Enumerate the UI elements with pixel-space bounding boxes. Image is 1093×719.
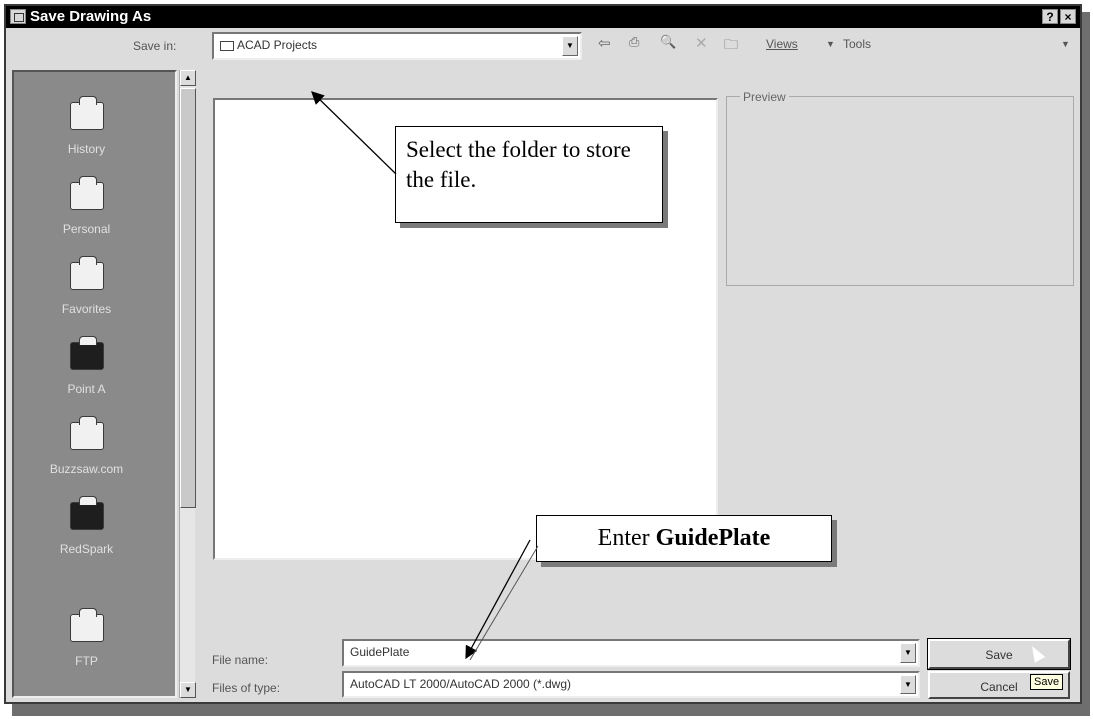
favorites-icon: [69, 256, 104, 290]
place-label: Favorites: [61, 302, 112, 316]
save-in-dropdown[interactable]: ACAD Projects ▼: [212, 32, 582, 60]
place-history[interactable]: History: [14, 96, 159, 156]
search-web-icon[interactable]: 🔍: [660, 34, 676, 50]
place-personal[interactable]: Personal: [14, 176, 159, 236]
file-type-label: Files of type:: [212, 681, 281, 695]
help-button[interactable]: ?: [1042, 9, 1058, 24]
place-favorites[interactable]: Favorites: [14, 256, 159, 316]
up-folder-icon[interactable]: ⎙: [629, 34, 639, 50]
folder-icon: [220, 40, 234, 51]
place-label: Personal: [62, 222, 111, 236]
file-type-dropdown[interactable]: AutoCAD LT 2000/AutoCAD 2000 (*.dwg) ▼: [342, 671, 920, 698]
history-icon: [69, 96, 104, 130]
tools-chevron-icon: ▼: [1061, 39, 1070, 49]
save-in-label: Save in:: [133, 39, 177, 53]
file-type-chevron-icon[interactable]: ▼: [900, 675, 916, 694]
place-label: FTP: [75, 654, 98, 668]
place-label: Point A: [67, 382, 106, 396]
cancel-button-label: Cancel: [980, 680, 1018, 694]
personal-folder-icon: [69, 176, 104, 210]
views-chevron-icon: ▼: [826, 39, 835, 49]
scroll-up-icon[interactable]: ▲: [180, 70, 196, 86]
save-tooltip: Save: [1030, 674, 1064, 690]
file-type-value: AutoCAD LT 2000/AutoCAD 2000 (*.dwg): [350, 677, 572, 691]
scroll-down-icon[interactable]: ▼: [180, 682, 196, 698]
callout2-bold: GuidePlate: [655, 525, 771, 551]
back-icon[interactable]: ⇦: [598, 34, 611, 52]
ftp-icon: [69, 608, 104, 642]
filename-callout: Enter GuidePlate: [536, 515, 832, 562]
save-drawing-dialog: Save Drawing As ? × Save in: ACAD Projec…: [4, 4, 1082, 704]
delete-icon[interactable]: ✕: [695, 34, 708, 52]
save-in-value: ACAD Projects: [220, 38, 317, 52]
window-title: Save Drawing As: [30, 8, 152, 25]
close-button[interactable]: ×: [1060, 9, 1076, 24]
point-a-icon: [69, 336, 104, 370]
save-in-text: ACAD Projects: [237, 38, 318, 52]
redspark-icon: [69, 496, 104, 530]
place-buzzsaw[interactable]: Buzzsaw.com: [14, 416, 159, 476]
tools-menu[interactable]: Tools: [843, 37, 871, 51]
preview-panel: [726, 96, 1074, 286]
places-scrollbar[interactable]: ▲ ▼: [179, 70, 196, 698]
places-bar: History Personal Favorites Point A Buzzs…: [12, 70, 177, 698]
place-redspark[interactable]: RedSpark: [14, 496, 159, 556]
file-name-chevron-icon[interactable]: ▼: [900, 643, 916, 663]
views-menu[interactable]: Views: [766, 37, 798, 51]
place-label: History: [67, 142, 106, 156]
place-ftp[interactable]: FTP: [14, 608, 159, 668]
preview-label: Preview: [740, 90, 789, 104]
new-folder-icon[interactable]: 🗀: [724, 34, 738, 58]
folder-callout: Select the folder to store the file.: [395, 126, 663, 223]
title-bar: Save Drawing As ? ×: [6, 6, 1080, 28]
chevron-down-icon[interactable]: ▼: [562, 36, 578, 56]
file-name-input[interactable]: GuidePlate ▼: [342, 639, 920, 667]
callout2-prefix: Enter: [597, 525, 656, 551]
scroll-thumb[interactable]: [180, 88, 196, 508]
save-button-label: Save: [985, 648, 1013, 662]
save-button[interactable]: Save: [927, 638, 1071, 670]
place-point-a[interactable]: Point A: [14, 336, 159, 396]
place-label: Buzzsaw.com: [49, 462, 124, 476]
place-label: RedSpark: [59, 542, 114, 556]
file-name-label: File name:: [212, 653, 269, 667]
file-name-value: GuidePlate: [350, 645, 410, 659]
window-icon: [10, 9, 26, 24]
buzzsaw-icon: [69, 416, 104, 450]
